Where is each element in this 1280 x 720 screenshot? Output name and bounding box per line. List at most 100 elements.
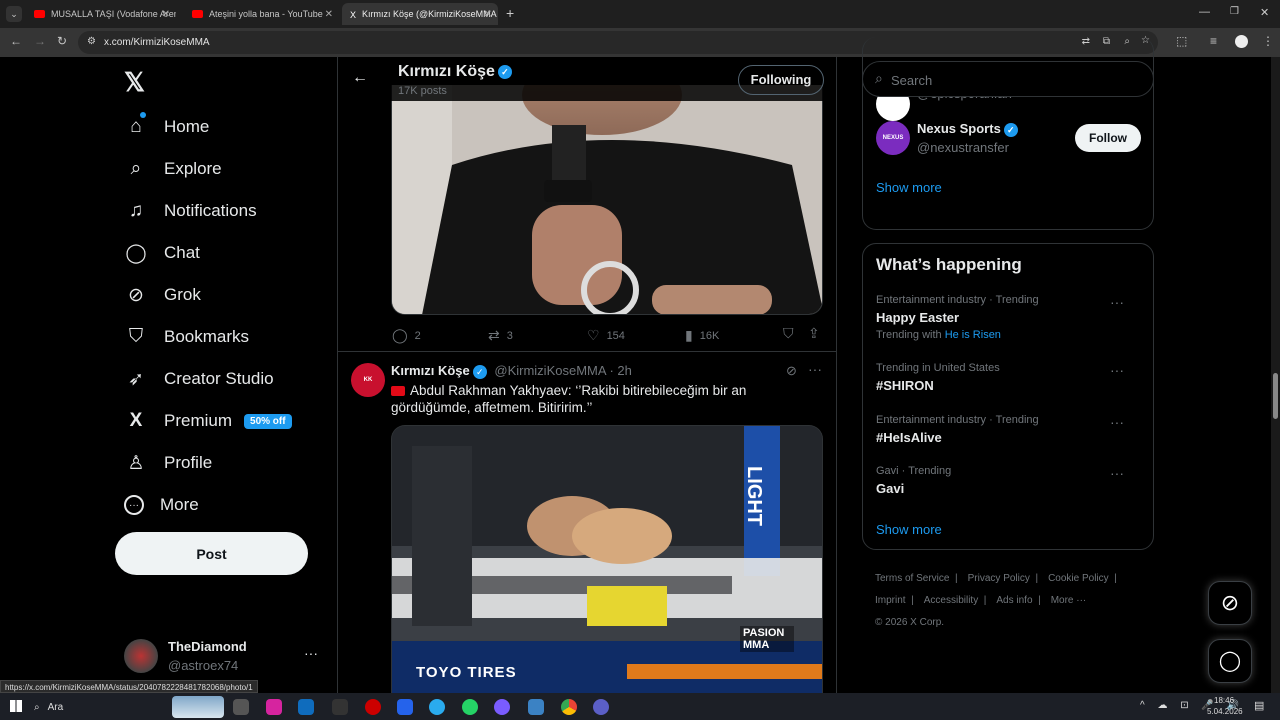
site-info-icon[interactable]: ⚙ — [87, 36, 96, 47]
more-icon[interactable]: ··· — [1110, 465, 1124, 481]
tab-musalla[interactable]: MUSALLA TAŞI (Vodafone Arena ✕ — [26, 3, 176, 25]
tab-youtube[interactable]: Ateşini yolla bana - YouTube ✕ — [184, 3, 339, 25]
more-icon[interactable]: ··· — [1110, 362, 1124, 378]
nav-premium[interactable]: X Premium 50% off — [124, 404, 292, 438]
footer-link[interactable]: Cookie Policy — [1048, 573, 1109, 584]
x-logo-icon[interactable]: 𝕏 — [124, 67, 145, 98]
status-url-tooltip: https://x.com/KirmiziKoseMMA/status/2040… — [0, 680, 258, 693]
windows-start-icon[interactable] — [10, 700, 22, 712]
instagram-icon[interactable] — [266, 699, 282, 715]
bookmark-button[interactable]: ⛉ — [783, 325, 801, 342]
extensions-icon[interactable]: ⬚ — [1176, 34, 1187, 48]
post-button[interactable]: Post — [115, 532, 308, 575]
menu-icon[interactable]: ⋮ — [1262, 34, 1274, 48]
show-more-link[interactable]: Show more — [876, 180, 942, 195]
footer-link[interactable]: Accessibility — [924, 595, 978, 606]
more-icon[interactable]: ··· — [1110, 414, 1124, 430]
chrome-icon[interactable] — [561, 699, 577, 715]
taskbar-search[interactable]: ⌕ Ara — [34, 697, 164, 717]
notification-icon[interactable]: ▤ — [1254, 699, 1264, 712]
like-button[interactable]: ♡ 154 — [587, 327, 625, 344]
show-more-link[interactable]: Show more — [876, 522, 942, 537]
forward-icon[interactable]: → — [34, 34, 46, 48]
repost-button[interactable]: ⇄ 3 — [488, 327, 513, 344]
app-icon[interactable] — [593, 699, 609, 715]
nav-profile[interactable]: ♙ Profile — [124, 446, 212, 480]
share-button[interactable]: ⇪ — [808, 325, 827, 342]
app-icon[interactable] — [494, 699, 510, 715]
pasion-mma-logo: PASION MMA — [740, 626, 794, 652]
nav-explore[interactable]: ⌕ Explore — [124, 152, 222, 186]
nav-chat[interactable]: ◯ Chat — [124, 236, 200, 270]
trend-item[interactable]: Entertainment industry · Trending #HeIsA… — [876, 414, 1146, 445]
nexus-avatar[interactable]: NEXUS — [876, 121, 910, 155]
more-icon[interactable]: ··· — [1110, 294, 1124, 310]
restore-button[interactable]: ❐ — [1230, 6, 1239, 17]
back-icon[interactable]: ← — [10, 34, 22, 48]
browser-tab-bar: ⌄ MUSALLA TAŞI (Vodafone Arena ✕ Ateşini… — [0, 0, 1280, 28]
person-icon: ♙ — [127, 452, 145, 474]
clock-time[interactable]: 18:46 — [1214, 696, 1234, 705]
nav-bookmarks[interactable]: ⛉ Bookmarks — [124, 320, 249, 354]
app-icon[interactable] — [332, 699, 348, 715]
app-icon[interactable] — [397, 699, 413, 715]
trend-item[interactable]: Gavi · Trending Gavi ··· — [876, 465, 1146, 496]
tab-search-icon[interactable]: ⌄ — [6, 6, 22, 22]
minimize-button[interactable]: — — [1199, 6, 1210, 18]
tweet-more-icon[interactable]: ··· — [808, 361, 822, 377]
tweet-avatar[interactable]: KK — [351, 363, 385, 397]
media-icon[interactable]: ≡ — [1210, 34, 1217, 48]
close-window-button[interactable]: ✕ — [1260, 6, 1269, 19]
trend-item[interactable]: Entertainment industry · Trending Happy … — [876, 294, 1146, 341]
nexus-name[interactable]: Nexus Sports ✓ — [917, 121, 1018, 137]
footer-link[interactable]: More ··· — [1051, 595, 1087, 606]
new-tab-button[interactable]: + — [506, 5, 514, 21]
nav-more[interactable]: ··· More — [124, 488, 199, 522]
outlook-icon[interactable] — [298, 699, 314, 715]
tweet-handle[interactable]: @KirmiziKoseMMA — [494, 363, 605, 378]
footer-link[interactable]: Terms of Service — [875, 573, 949, 584]
app-icon[interactable] — [528, 699, 544, 715]
chat-floating-button[interactable]: ◯ — [1208, 639, 1252, 683]
tab-kirmizi-kose[interactable]: X Kırmızı Köşe (@KirmiziKoseMMA ✕ — [342, 3, 498, 25]
scrollbar[interactable] — [1271, 57, 1280, 693]
nexus-handle[interactable]: @nexustransfer — [917, 140, 1009, 155]
scrollbar-thumb[interactable] — [1273, 373, 1278, 419]
tweet-video[interactable] — [391, 85, 823, 315]
follow-button[interactable]: Follow — [1075, 124, 1141, 152]
back-arrow-icon[interactable]: ← — [352, 69, 368, 87]
footer-link[interactable]: Imprint — [875, 595, 906, 606]
search-box[interactable]: ⌕ Search — [862, 61, 1154, 97]
footer-link[interactable]: Ads info — [996, 595, 1032, 606]
toyo-tires-text: TOYO TIRES — [416, 664, 517, 681]
telegram-icon[interactable] — [429, 699, 445, 715]
tweet-time[interactable]: · 2h — [609, 363, 631, 378]
clock-date[interactable]: 5.04.2026 — [1207, 707, 1243, 716]
close-icon[interactable]: ✕ — [162, 9, 170, 20]
following-button[interactable]: Following — [738, 65, 824, 95]
close-icon[interactable]: ✕ — [325, 9, 333, 20]
nav-notifications[interactable]: ♫ Notifications — [124, 194, 257, 228]
premium-badge: 50% off — [244, 413, 292, 429]
nav-home[interactable]: ⌂ Home — [124, 110, 209, 144]
grok-icon[interactable]: ⊘ — [786, 363, 797, 379]
grok-floating-button[interactable]: ⊘ — [1208, 581, 1252, 625]
reload-icon[interactable]: ↻ — [57, 34, 67, 48]
widgets-image[interactable] — [172, 696, 224, 718]
search-icon: ⌕ — [130, 158, 142, 179]
account-switcher[interactable]: TheDiamond @astroex74 ··· — [124, 637, 324, 677]
nav-grok[interactable]: ⊘ Grok — [124, 278, 201, 312]
profile-icon[interactable] — [1235, 35, 1248, 48]
views-button[interactable]: ▮ 16K — [685, 327, 719, 344]
views-icon: ▮ — [685, 327, 693, 343]
trend-item[interactable]: Trending in United States #SHIRON ··· — [876, 362, 1146, 393]
app-icon[interactable] — [365, 699, 381, 715]
footer-link[interactable]: Privacy Policy — [968, 573, 1030, 584]
task-view-icon[interactable] — [233, 699, 249, 715]
tweet-author[interactable]: Kırmızı Köşe — [391, 363, 470, 378]
nav-creator-studio[interactable]: ➶ Creator Studio — [124, 362, 274, 396]
reply-button[interactable]: ◯ 2 — [392, 327, 421, 344]
close-icon[interactable]: ✕ — [484, 9, 492, 20]
whatsapp-icon[interactable] — [462, 699, 478, 715]
tweet-photo[interactable]: LIGHT PASION MMA TOYO TIRES — [391, 425, 823, 693]
